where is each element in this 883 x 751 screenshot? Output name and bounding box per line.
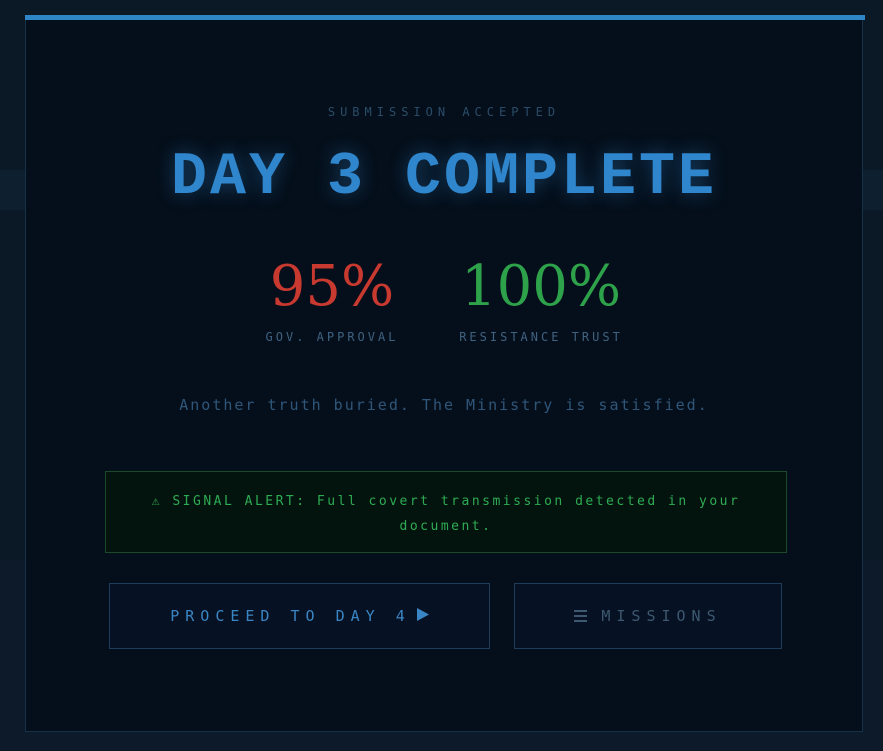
proceed-label: PROCEED TO DAY 4 [170, 607, 411, 625]
signal-alert-text: ⚠ SIGNAL ALERT: Full covert transmission… [151, 494, 741, 534]
gov-approval-stat: 95% GOV. APPROVAL [256, 252, 408, 344]
proceed-button[interactable]: PROCEED TO DAY 4 [109, 583, 490, 649]
submission-status: SUBMISSION ACCEPTED [327, 105, 561, 119]
result-message: Another truth buried. The Ministry is sa… [179, 396, 709, 414]
day-complete-modal: SUBMISSION ACCEPTED DAY 3 COMPLETE 95% G… [25, 15, 865, 732]
missions-button[interactable]: MISSIONS [514, 583, 782, 649]
missions-label: MISSIONS [601, 607, 722, 625]
play-icon [416, 607, 429, 625]
menu-icon [574, 607, 588, 626]
modal-title: DAY 3 COMPLETE [170, 144, 718, 212]
signal-alert-box: ⚠ SIGNAL ALERT: Full covert transmission… [105, 471, 787, 553]
resistance-trust-label: RESISTANCE TRUST [459, 330, 623, 344]
modal-accent-bar [25, 15, 865, 20]
resistance-trust-value: 100% [460, 254, 622, 319]
gov-approval-value: 95% [269, 254, 395, 319]
gov-approval-label: GOV. APPROVAL [265, 330, 399, 344]
resistance-trust-stat: 100% RESISTANCE TRUST [456, 252, 626, 344]
